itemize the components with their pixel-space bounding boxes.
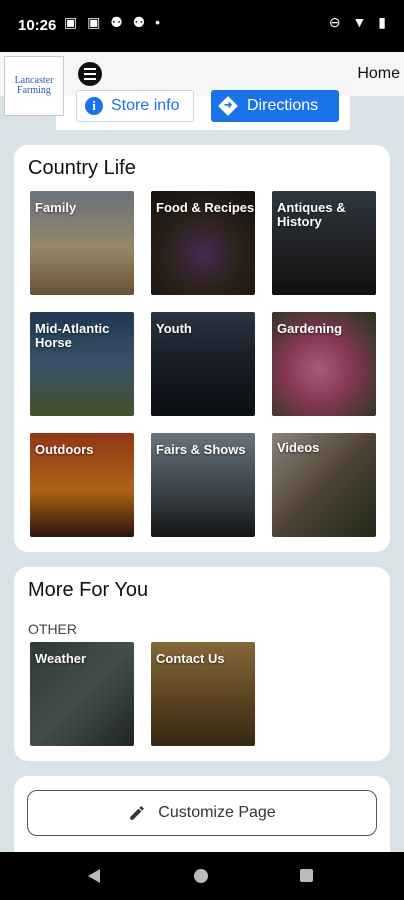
menu-button[interactable] (78, 62, 102, 86)
tile-family[interactable]: Family (30, 191, 134, 295)
tile-label: Food & Recipes (156, 200, 255, 215)
tile-contact-us[interactable]: Contact Us (151, 642, 255, 746)
directions-icon: ➜ (218, 96, 238, 116)
store-info-label: Store info (111, 97, 180, 114)
directions-label: Directions (247, 97, 319, 114)
tile-food-recipes[interactable]: Food & Recipes (151, 191, 255, 295)
customize-card: Customize Page (14, 776, 390, 852)
system-nav-bar (0, 852, 404, 900)
customize-page-button[interactable]: Customize Page (27, 790, 377, 836)
tile-outdoors[interactable]: Outdoors (30, 433, 134, 537)
status-bar: 10:26 ▣ ▣ ⚉ ⚉ • ⊖ ▼ ▮ (0, 0, 404, 52)
tile-label: Youth (156, 321, 192, 336)
more-for-you-card: More For You OTHER Weather Contact Us (14, 567, 390, 761)
recent-apps-icon[interactable] (300, 869, 313, 882)
country-life-card: Country Life Family Food & Recipes Antiq… (14, 145, 390, 552)
tile-videos[interactable]: Videos (272, 433, 376, 537)
system-status-icons: ⊖ ▼ ▮ (328, 14, 390, 30)
logo-text: Lancaster Farming (14, 75, 54, 96)
tile-label: Family (35, 200, 77, 215)
status-time: 10:26 (18, 17, 57, 34)
tile-gardening[interactable]: Gardening (272, 312, 376, 416)
app-bar: Lancaster Farming Home (0, 52, 404, 116)
home-icon[interactable] (194, 869, 208, 883)
menu-icon (84, 68, 96, 70)
section-label-other: OTHER (28, 621, 77, 637)
tile-label: Antiques & History (277, 200, 346, 229)
tile-label: Videos (277, 440, 320, 455)
info-icon: i (85, 97, 103, 115)
tile-antiques-history[interactable]: Antiques & History (272, 191, 376, 295)
tile-label: Fairs & Shows (156, 442, 246, 457)
menu-icon-line (84, 78, 96, 80)
store-info-button[interactable]: i Store info (76, 90, 194, 122)
tile-label: Gardening (277, 321, 343, 336)
tile-weather[interactable]: Weather (30, 642, 134, 746)
menu-icon-line (84, 73, 96, 75)
home-link[interactable]: Home (357, 65, 400, 83)
store-actions: i Store info ➜ Directions (56, 90, 350, 130)
tile-youth[interactable]: Youth (151, 312, 255, 416)
tile-label: Outdoors (35, 442, 94, 457)
back-icon[interactable] (88, 869, 100, 883)
tile-label: Weather (35, 651, 87, 666)
customize-label: Customize Page (158, 804, 276, 821)
tile-fairs-shows[interactable]: Fairs & Shows (151, 433, 255, 537)
directions-button[interactable]: ➜ Directions (211, 90, 339, 122)
country-life-title: Country Life (28, 157, 136, 179)
more-for-you-title: More For You (28, 579, 149, 601)
lancaster-farming-logo[interactable]: Lancaster Farming (4, 56, 64, 116)
tile-mid-atlantic-horse[interactable]: Mid-Atlantic Horse (30, 312, 134, 416)
tile-label: Contact Us (156, 651, 225, 666)
tile-label: Mid-Atlantic Horse (35, 321, 110, 350)
notification-icons: ▣ ▣ ⚉ ⚉ • (64, 14, 164, 30)
pencil-icon (130, 806, 145, 820)
